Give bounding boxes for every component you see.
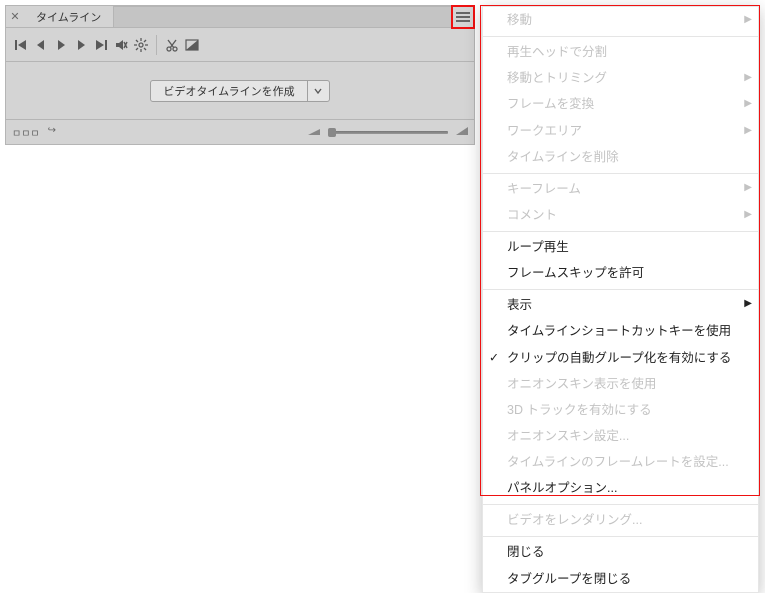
menu-item-label: オニオンスキン設定...	[507, 429, 629, 443]
last-frame-button[interactable]	[92, 36, 110, 54]
menu-item-label: フレームを変換	[507, 97, 594, 111]
play-button[interactable]	[52, 36, 70, 54]
menu-item-label: オニオンスキン表示を使用	[507, 377, 656, 391]
submenu-arrow-icon: ▶	[744, 13, 752, 28]
create-timeline-split-button: ビデオタイムラインを作成	[150, 80, 329, 102]
zoom-in-button[interactable]	[456, 125, 468, 140]
transition-button[interactable]	[183, 36, 201, 54]
submenu-arrow-icon: ▶	[744, 297, 752, 312]
menu-item: コメント ▶	[483, 202, 758, 228]
menu-item: キーフレーム ▶	[483, 173, 758, 202]
menu-item-label: タブグループを閉じる	[507, 572, 631, 586]
menu-item[interactable]: タブグループを閉じる	[483, 566, 758, 592]
zoom-slider[interactable]	[328, 131, 448, 134]
create-video-timeline-label: ビデオタイムラインを作成	[163, 83, 294, 99]
panel-tab-bar: ✕ タイムライン	[6, 6, 474, 28]
menu-item: オニオンスキン表示を使用	[483, 371, 758, 397]
audio-mute-button[interactable]	[112, 36, 130, 54]
menu-item[interactable]: ループ再生	[483, 231, 758, 260]
menu-item-label: 再生ヘッドで分割	[507, 45, 607, 59]
tab-bar-spacer	[114, 6, 452, 27]
create-video-timeline-button[interactable]: ビデオタイムラインを作成	[151, 81, 306, 101]
menu-item: 3D トラックを有効にする	[483, 397, 758, 423]
submenu-arrow-icon: ▶	[744, 181, 752, 196]
menu-item[interactable]: タイムラインショートカットキーを使用	[483, 318, 758, 344]
menu-item-label: ワークエリア	[507, 124, 582, 138]
zoom-out-button[interactable]	[308, 125, 320, 140]
timeline-toolbar	[6, 28, 474, 62]
menu-item[interactable]: 表示 ▶	[483, 289, 758, 318]
prev-frame-button[interactable]	[32, 36, 50, 54]
menu-item-label: 表示	[507, 298, 532, 312]
menu-item-label: タイムラインを削除	[507, 150, 619, 164]
toolbar-separator	[156, 35, 157, 55]
menu-item-label: 閉じる	[507, 545, 545, 559]
menu-item: 移動 ▶	[483, 7, 758, 33]
menu-item-label: ビデオをレンダリング...	[507, 513, 642, 527]
panel-flyout-menu: 移動 ▶ 再生ヘッドで分割移動とトリミング ▶ フレームを変換 ▶ ワークエリア ▶ タイムライ…	[482, 6, 759, 593]
menu-item-label: フレームスキップを許可	[507, 266, 644, 280]
timeline-footer: ㅁㅁㅁ ↪	[6, 120, 474, 144]
menu-item-label: キーフレーム	[507, 182, 581, 196]
menu-item-label: コメント	[507, 208, 557, 222]
menu-item[interactable]: パネルオプション...	[483, 475, 758, 501]
first-frame-button[interactable]	[12, 36, 30, 54]
menu-item: 移動とトリミング ▶	[483, 65, 758, 91]
create-timeline-dropdown-button[interactable]	[307, 81, 329, 101]
submenu-arrow-icon: ▶	[744, 208, 752, 223]
menu-item-label: 3D トラックを有効にする	[507, 403, 652, 417]
menu-item[interactable]: ✓ クリップの自動グループ化を有効にする	[483, 345, 758, 371]
menu-item: タイムラインのフレームレートを設定...	[483, 449, 758, 475]
menu-item: 再生ヘッドで分割	[483, 36, 758, 65]
menu-item: ビデオをレンダリング...	[483, 504, 758, 533]
zoom-controls	[62, 125, 468, 140]
menu-item: ワークエリア ▶	[483, 118, 758, 144]
close-panel-button[interactable]: ✕	[6, 6, 24, 27]
menu-item: フレームを変換 ▶	[483, 91, 758, 117]
timeline-panel: ✕ タイムライン ビデオタイムラインを作成 ㅁㅁㅁ	[5, 5, 475, 145]
menu-item-label: タイムラインショートカットキーを使用	[507, 324, 731, 338]
menu-item-label: 移動	[507, 13, 532, 27]
timeline-content-area: ビデオタイムラインを作成	[6, 62, 474, 120]
footer-left-controls: ㅁㅁㅁ ↪	[12, 125, 56, 140]
menu-item[interactable]: フレームスキップを許可	[483, 260, 758, 286]
menu-item-label: パネルオプション...	[507, 481, 617, 495]
zoom-slider-thumb[interactable]	[328, 128, 336, 137]
submenu-arrow-icon: ▶	[744, 71, 752, 86]
check-icon: ✓	[489, 349, 499, 366]
submenu-arrow-icon: ▶	[744, 97, 752, 112]
menu-item-label: 移動とトリミング	[507, 71, 607, 85]
next-frame-button[interactable]	[72, 36, 90, 54]
menu-item-label: クリップの自動グループ化を有効にする	[507, 351, 731, 365]
split-clip-button[interactable]	[163, 36, 181, 54]
timeline-tab[interactable]: タイムライン	[24, 6, 114, 27]
submenu-arrow-icon: ▶	[744, 123, 752, 138]
panel-menu-button[interactable]	[452, 6, 474, 27]
settings-button[interactable]	[132, 36, 150, 54]
menu-item-label: タイムラインのフレームレートを設定...	[507, 455, 729, 469]
timeline-mode-button[interactable]: ㅁㅁㅁ	[12, 125, 40, 140]
render-icon[interactable]: ↪	[48, 125, 56, 140]
timeline-tab-label: タイムライン	[36, 9, 101, 25]
menu-item: タイムラインを削除	[483, 144, 758, 170]
menu-item: オニオンスキン設定...	[483, 423, 758, 449]
menu-item[interactable]: 閉じる	[483, 536, 758, 565]
menu-item-label: ループ再生	[507, 240, 569, 254]
